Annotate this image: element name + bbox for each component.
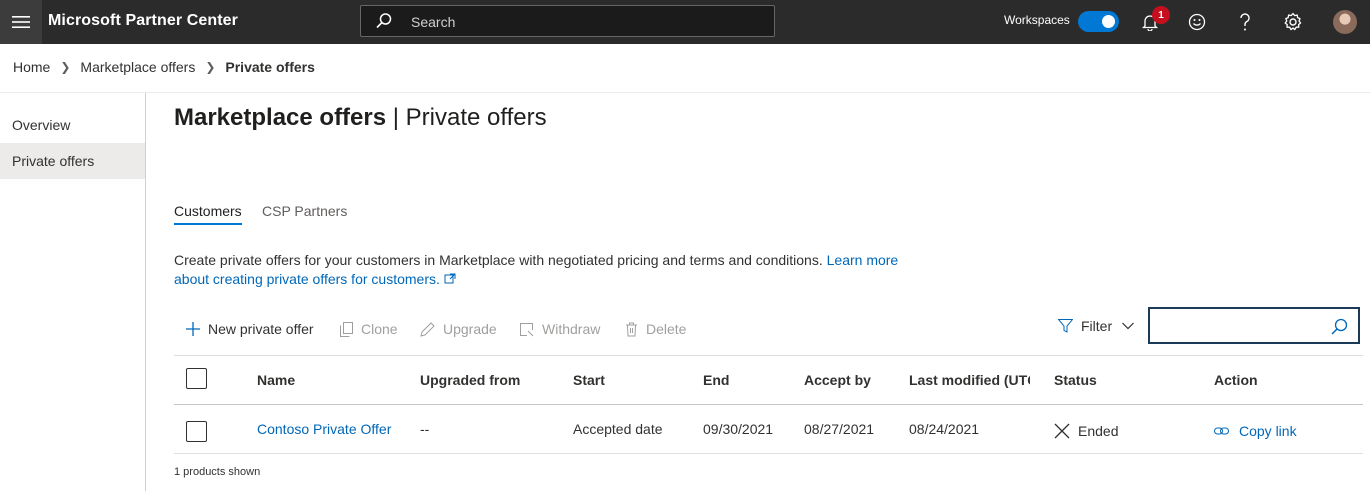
- clone-button[interactable]: Clone: [340, 321, 398, 337]
- hamburger-menu-icon[interactable]: [0, 0, 42, 44]
- table-row-divider: [174, 453, 1363, 454]
- chevron-right-icon: ❯: [205, 60, 216, 74]
- status-label: Ended: [1078, 423, 1119, 439]
- notification-badge: 1: [1152, 6, 1170, 24]
- column-header-action: Action: [1214, 372, 1258, 388]
- external-link-icon: [444, 271, 456, 287]
- workspaces-toggle[interactable]: [1078, 11, 1119, 32]
- column-header-upgraded-from[interactable]: Upgraded from: [420, 372, 520, 388]
- withdraw-button[interactable]: Withdraw: [519, 321, 600, 337]
- status-ended: Ended: [1054, 423, 1118, 439]
- delete-button[interactable]: Delete: [625, 321, 686, 337]
- page-title-main: Marketplace offers: [174, 104, 387, 131]
- filter-icon: [1058, 319, 1073, 333]
- page-title-sub: | Private offers: [386, 104, 547, 131]
- nav-item-private-offers[interactable]: Private offers: [0, 143, 145, 179]
- cell-start: Accepted date: [573, 421, 663, 437]
- cell-last-modified: 08/24/2021: [909, 421, 980, 437]
- filter-search-input[interactable]: [1148, 307, 1360, 344]
- nav-item-overview[interactable]: Overview: [0, 107, 145, 143]
- chevron-down-icon: [1122, 322, 1135, 330]
- column-header-accept-by[interactable]: Accept by: [804, 372, 871, 388]
- breadcrumb-marketplace-offers[interactable]: Marketplace offers: [80, 59, 195, 75]
- gear-icon[interactable]: [1281, 10, 1305, 34]
- withdraw-icon: [519, 322, 534, 337]
- cell-upgraded-from: --: [420, 421, 430, 437]
- left-nav: Overview Private offers: [0, 93, 146, 491]
- column-header-status[interactable]: Status: [1054, 372, 1097, 388]
- cell-accept-by: 08/27/2021: [804, 421, 875, 437]
- select-all-checkbox[interactable]: [186, 368, 207, 389]
- chevron-right-icon: ❯: [60, 60, 71, 74]
- smiley-feedback-icon[interactable]: [1185, 10, 1209, 34]
- copy-link-label: Copy link: [1239, 423, 1297, 439]
- link-icon: [1214, 426, 1229, 436]
- offer-name-link[interactable]: Contoso Private Offer: [257, 421, 391, 437]
- tab-customers[interactable]: Customers: [174, 203, 242, 225]
- edit-icon: [420, 321, 435, 337]
- filter-button[interactable]: Filter: [1058, 318, 1135, 334]
- column-header-last-modified[interactable]: Last modified (UTC: [909, 372, 1030, 388]
- x-ended-icon: [1054, 423, 1070, 439]
- header-divider: [0, 92, 1370, 93]
- description-text: Create private offers for your customers…: [174, 252, 827, 268]
- copy-icon: [340, 321, 353, 337]
- toggle-knob: [1102, 15, 1115, 28]
- row-checkbox[interactable]: [186, 421, 207, 442]
- search-icon: [375, 12, 393, 33]
- breadcrumb-current: Private offers: [225, 59, 315, 75]
- search-placeholder: Search: [411, 14, 456, 30]
- page-title: Marketplace offers | Private offers: [174, 104, 547, 132]
- help-icon[interactable]: [1233, 10, 1257, 34]
- trash-icon: [625, 322, 638, 337]
- app-title[interactable]: Microsoft Partner Center: [48, 12, 238, 30]
- table-top-divider: [174, 355, 1363, 356]
- products-count: 1 products shown: [174, 466, 261, 478]
- avatar[interactable]: [1333, 10, 1357, 34]
- upgrade-button[interactable]: Upgrade: [420, 321, 497, 337]
- breadcrumb-home[interactable]: Home: [13, 59, 50, 75]
- column-header-end[interactable]: End: [703, 372, 729, 388]
- breadcrumb: Home ❯ Marketplace offers ❯ Private offe…: [13, 59, 315, 75]
- table-header-divider: [174, 404, 1363, 405]
- workspaces-label: Workspaces: [1004, 13, 1070, 27]
- description: Create private offers for your customers…: [174, 251, 914, 289]
- cell-end: 09/30/2021: [703, 421, 774, 437]
- search-icon: [1331, 318, 1348, 338]
- plus-icon: [186, 322, 200, 336]
- column-header-start[interactable]: Start: [573, 372, 605, 388]
- new-private-offer-button[interactable]: New private offer: [186, 321, 314, 337]
- tab-csp-partners[interactable]: CSP Partners: [262, 203, 347, 219]
- top-bar: Microsoft Partner Center Search Workspac…: [0, 0, 1370, 44]
- column-header-name[interactable]: Name: [257, 372, 295, 388]
- global-search-box[interactable]: Search: [360, 5, 775, 37]
- copy-link-button[interactable]: Copy link: [1214, 423, 1297, 439]
- filter-label: Filter: [1081, 318, 1113, 334]
